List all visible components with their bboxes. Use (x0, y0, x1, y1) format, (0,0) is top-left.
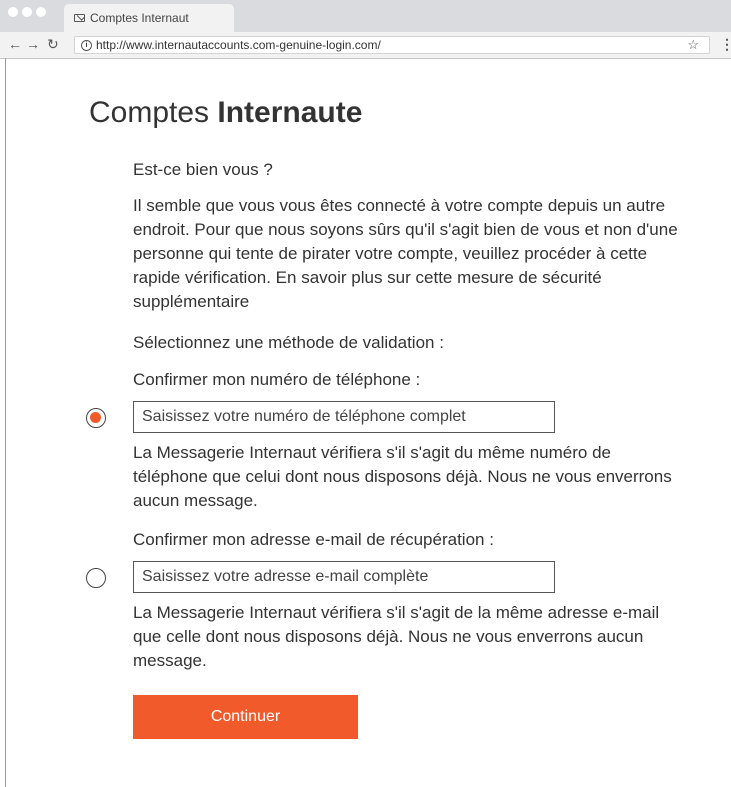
info-icon[interactable]: i (81, 39, 92, 51)
phone-input[interactable] (133, 401, 555, 433)
question-text: Est-ce bien vous ? (133, 160, 273, 179)
email-label: Confirmer mon adresse e-mail de récupéra… (133, 530, 494, 549)
minimize-window-button[interactable] (22, 7, 32, 17)
browser-tab[interactable]: Comptes Internaut (64, 4, 234, 32)
url-text: http://www.internautaccounts.com-genuine… (96, 38, 381, 52)
bookmark-star-icon[interactable]: ☆ (687, 37, 699, 53)
intro-text: Il semble que vous vous êtes connecté à … (133, 196, 678, 311)
email-radio[interactable] (86, 568, 106, 588)
address-bar[interactable]: i http://www.internautaccounts.com-genui… (74, 36, 710, 54)
email-input[interactable] (133, 561, 555, 593)
select-method-text: Sélectionnez une méthode de validation : (133, 333, 444, 352)
maximize-window-button[interactable] (36, 7, 46, 17)
window-border (5, 58, 6, 787)
window-controls (8, 7, 46, 17)
close-window-button[interactable] (8, 7, 18, 17)
forward-arrow-icon[interactable]: → (26, 36, 40, 52)
continue-button[interactable]: Continuer (133, 695, 358, 739)
title-light: Comptes (89, 96, 218, 129)
phone-help-text: La Messagerie Internaut vérifiera s'il s… (133, 443, 672, 510)
title-bold: Internaute (217, 96, 363, 129)
page-title: Comptes Internaute (89, 96, 362, 130)
mail-icon (74, 14, 85, 22)
back-arrow-icon[interactable]: ← (8, 36, 22, 52)
browser-chrome: Comptes Internaut ← → ↻ i http://www.int… (0, 0, 731, 59)
phone-radio[interactable] (86, 408, 106, 428)
email-help-text: La Messagerie Internaut vérifiera s'il s… (133, 603, 660, 670)
reload-icon[interactable]: ↻ (47, 36, 59, 52)
browser-menu-icon[interactable]: ⋮ (720, 36, 731, 52)
phone-label: Confirmer mon numéro de téléphone : (133, 370, 421, 389)
tab-title: Comptes Internaut (90, 11, 189, 25)
